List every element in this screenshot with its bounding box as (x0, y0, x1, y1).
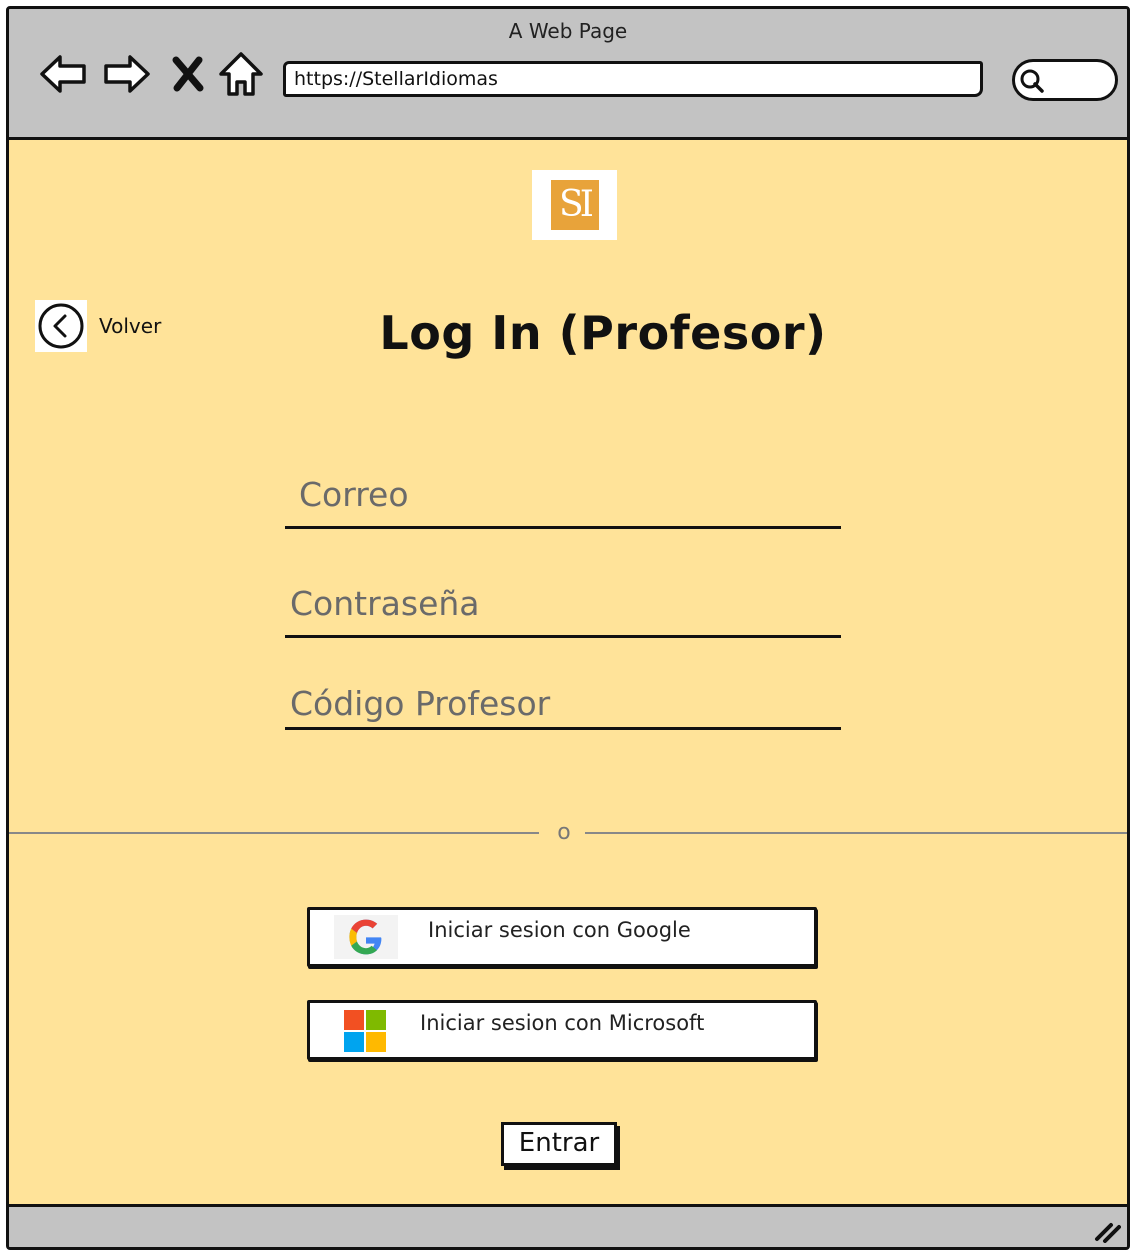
browser-search-box[interactable] (1012, 59, 1118, 101)
google-icon (334, 915, 398, 959)
teacher-code-field[interactable]: Código Profesor (285, 681, 841, 730)
email-placeholder: Correo (299, 475, 409, 514)
address-bar[interactable]: https://StellarIdiomas (283, 61, 983, 97)
logo-mark: SI (550, 180, 599, 230)
stellar-idiomas-logo: SI (532, 170, 617, 240)
status-bar (9, 1204, 1127, 1247)
divider-line-right (585, 832, 1127, 834)
resize-grip-icon[interactable] (1091, 1215, 1121, 1243)
back-arrow-icon[interactable] (37, 47, 91, 101)
search-icon (1020, 69, 1044, 93)
page-title: Log In (Profesor) (379, 306, 827, 360)
microsoft-signin-label: Iniciar sesion con Microsoft (420, 1011, 705, 1035)
password-field[interactable]: Contraseña (285, 584, 841, 638)
close-icon[interactable] (161, 47, 215, 101)
divider-line-left (9, 832, 539, 834)
window-title: A Web Page (508, 19, 628, 43)
microsoft-icon (344, 1010, 386, 1052)
forward-arrow-icon[interactable] (99, 47, 153, 101)
password-placeholder: Contraseña (290, 584, 480, 623)
home-icon[interactable] (214, 47, 268, 101)
browser-toolbar: A Web Page https://StellarIdiomas (9, 9, 1127, 140)
browser-window: A Web Page https://StellarIdiomas SI Vol… (6, 6, 1130, 1250)
email-field[interactable]: Correo (285, 475, 841, 529)
page-content: SI Volver Log In (Profesor) Correo Contr… (9, 140, 1127, 1207)
enter-button[interactable]: Entrar (501, 1122, 617, 1166)
teacher-code-placeholder: Código Profesor (290, 684, 551, 723)
google-signin-button[interactable]: Iniciar sesion con Google (307, 907, 817, 967)
divider-or-text: o (557, 820, 571, 845)
microsoft-signin-button[interactable]: Iniciar sesion con Microsoft (307, 1000, 817, 1060)
google-signin-label: Iniciar sesion con Google (428, 918, 691, 942)
